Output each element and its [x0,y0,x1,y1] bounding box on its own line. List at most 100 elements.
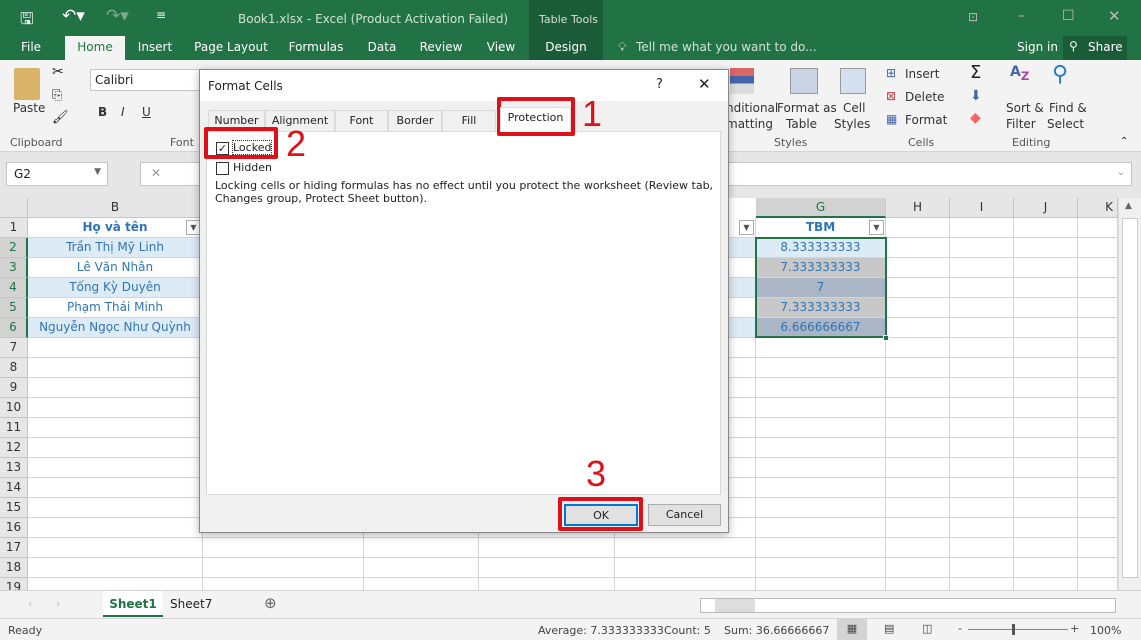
redo-icon[interactable]: ↷▾ [106,6,129,26]
row-header[interactable]: 9 [0,378,28,398]
cell[interactable] [615,538,756,558]
cell[interactable] [28,358,203,378]
cell[interactable] [950,478,1014,498]
vertical-scrollbar[interactable]: ▲ [1118,198,1141,590]
zoom-slider[interactable] [968,629,1068,630]
find-select-icon[interactable]: ⚲ [1052,62,1068,87]
tab-file[interactable]: File [10,36,52,60]
cell[interactable] [886,378,950,398]
cell[interactable] [28,518,203,538]
scroll-up-icon[interactable]: ▲ [1125,201,1132,211]
minimize-icon[interactable]: – [1018,8,1025,24]
sort-filter-button[interactable]: Sort & [1006,100,1044,116]
tab-font[interactable]: Font [335,110,388,131]
row-header[interactable]: 16 [0,518,28,538]
cell[interactable] [950,358,1014,378]
cell[interactable] [756,358,886,378]
cell[interactable] [1014,398,1078,418]
fill-handle[interactable] [883,335,889,341]
clear-icon[interactable]: ◆ [970,110,981,126]
row-header[interactable]: 7 [0,338,28,358]
cell[interactable] [1078,238,1118,258]
cancel-formula-icon[interactable]: ✕ [151,166,161,180]
zoom-level[interactable]: 100% [1090,624,1121,637]
cell[interactable] [950,398,1014,418]
delete-cells-button[interactable]: Delete [905,89,944,105]
cell[interactable] [886,558,950,578]
tab-view[interactable]: View [480,36,522,60]
cell[interactable] [886,498,950,518]
row-header[interactable]: 8 [0,358,28,378]
help-button[interactable]: ? [656,77,663,92]
cell[interactable] [886,538,950,558]
cell[interactable] [1014,478,1078,498]
cell[interactable] [756,378,886,398]
column-header-g[interactable]: G [756,198,886,218]
cell[interactable] [615,558,756,578]
cell[interactable] [756,478,886,498]
cell[interactable] [28,538,203,558]
paste-icon[interactable] [14,68,40,100]
conditional-formatting-button[interactable]: nditional [726,100,778,116]
row-header[interactable]: 14 [0,478,28,498]
cell[interactable] [1014,338,1078,358]
sheet-tab-sheet7[interactable]: Sheet7 [170,597,212,611]
italic-button[interactable]: I [121,104,125,120]
cut-icon[interactable]: ✂ [52,64,64,80]
horizontal-scrollbar-thumb[interactable] [715,599,755,612]
name-cell[interactable]: Lê Văn Nhân [28,258,203,278]
cell[interactable] [756,438,886,458]
cell[interactable] [950,438,1014,458]
close-icon[interactable]: ✕ [1108,7,1121,25]
tab-design[interactable]: Design [529,36,603,60]
expand-formula-icon[interactable]: ⌄ [1117,167,1125,178]
cell[interactable] [28,378,203,398]
cell[interactable] [950,238,1014,258]
sign-in-link[interactable]: Sign in [1017,40,1058,54]
column-header-b[interactable]: B [28,198,203,218]
name-box[interactable]: G2 ▼ [6,162,108,186]
cell[interactable] [950,338,1014,358]
select-all-corner[interactable] [0,198,28,218]
tab-data[interactable]: Data [362,36,402,60]
cell[interactable] [886,418,950,438]
page-layout-view-icon[interactable]: ▤ [884,622,894,635]
cell[interactable] [28,498,203,518]
cell[interactable] [886,438,950,458]
format-painter-icon[interactable]: 🖌︎ [52,110,69,125]
cell[interactable] [1014,378,1078,398]
next-sheet-icon[interactable]: › [56,597,60,610]
cell[interactable] [756,518,886,538]
cell[interactable] [1078,558,1118,578]
row-header[interactable]: 6 [0,318,28,338]
dialog-close-icon[interactable]: ✕ [698,75,711,93]
undo-icon[interactable]: ↶▾ [62,6,85,26]
cell[interactable] [1014,518,1078,538]
cell[interactable] [886,518,950,538]
cell[interactable] [1014,218,1078,238]
cell[interactable] [1078,218,1118,238]
name-cell[interactable]: Nguyễn Ngọc Như Quỳnh [28,318,203,338]
row-header[interactable]: 4 [0,278,28,298]
cell[interactable] [950,298,1014,318]
column-header-i[interactable]: I [950,198,1014,218]
row-header[interactable]: 13 [0,458,28,478]
cell[interactable] [28,398,203,418]
add-sheet-icon[interactable]: ⊕ [264,594,277,612]
cell[interactable] [479,538,615,558]
cell[interactable] [28,418,203,438]
scrollbar-thumb[interactable] [1122,218,1138,578]
cell[interactable] [886,338,950,358]
name-cell[interactable]: Phạm Thái Minh [28,298,203,318]
sort-filter-icon[interactable]: AZ [1010,64,1029,83]
row-header[interactable]: 17 [0,538,28,558]
sheet-tab-sheet1[interactable]: Sheet1 [103,591,163,617]
cell[interactable] [1078,418,1118,438]
horizontal-scrollbar[interactable] [700,598,1116,613]
zoom-out-icon[interactable]: - [958,622,962,635]
cell[interactable] [28,558,203,578]
cell[interactable] [756,498,886,518]
cell[interactable] [950,378,1014,398]
row-header[interactable]: 10 [0,398,28,418]
cell[interactable] [1014,258,1078,278]
